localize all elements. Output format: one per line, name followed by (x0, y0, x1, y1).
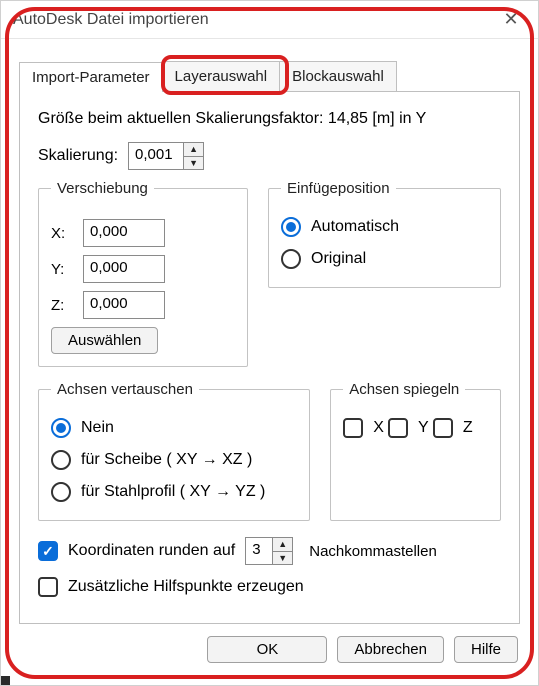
window-title: AutoDesk Datei importieren (13, 11, 209, 29)
scale-row: Skalierung: 0,001 ▲ ▼ (38, 142, 501, 170)
shift-legend: Verschiebung (51, 180, 154, 197)
radio-icon (51, 450, 71, 470)
swap-none-label: Nein (81, 419, 114, 437)
checkbox-icon (388, 418, 408, 438)
checkbox-icon (38, 577, 58, 597)
swap-none-radio[interactable]: Nein (51, 418, 114, 438)
ok-button[interactable]: OK (207, 636, 327, 663)
shift-choose-button[interactable]: Auswählen (51, 327, 158, 354)
scale-spinner[interactable]: 0,001 ▲ ▼ (128, 142, 204, 170)
checkbox-icon (433, 418, 453, 438)
round-decimals-value[interactable]: 3 (246, 538, 272, 564)
mirror-y-checkbox[interactable]: Y (388, 418, 429, 438)
radio-icon (281, 249, 301, 269)
scale-label: Skalierung: (38, 147, 118, 165)
dialog-button-row: OK Abbrechen Hilfe (21, 636, 518, 663)
radio-icon (281, 217, 301, 237)
mirror-z-checkbox[interactable]: Z (433, 418, 473, 438)
extra-points-row: Zusätzliche Hilfspunkte erzeugen (38, 571, 501, 603)
insert-position-group: Einfügeposition Automatisch Original (268, 180, 501, 288)
swap-legend: Achsen vertauschen (51, 381, 199, 398)
close-icon[interactable]: ✕ (496, 9, 526, 30)
round-spin-buttons[interactable]: ▲ ▼ (272, 538, 292, 564)
content: Import-Parameter Layerauswahl Blockauswa… (1, 39, 538, 685)
dialog-window: AutoDesk Datei importieren ✕ Import-Para… (0, 0, 539, 686)
mirror-z-label: Z (463, 419, 473, 437)
mirror-x-label: X (373, 419, 384, 437)
chevron-up-icon[interactable]: ▲ (184, 143, 203, 157)
extra-points-checkbox[interactable]: Zusätzliche Hilfspunkte erzeugen (38, 577, 304, 597)
shift-y-field[interactable]: 0,000 (83, 255, 165, 283)
swap-xy-xz-label: für Scheibe ( XY → XZ ) (81, 451, 252, 469)
round-coords-checkbox[interactable]: Koordinaten runden auf (38, 541, 235, 561)
shift-group: Verschiebung X: 0,000 Y: 0,000 Z: 0,000 … (38, 180, 248, 367)
shift-z-label: Z: (51, 297, 73, 314)
round-coords-label: Koordinaten runden auf (68, 542, 235, 560)
scale-value[interactable]: 0,001 (129, 143, 183, 169)
shift-y-label: Y: (51, 261, 73, 278)
size-info-text: Größe beim aktuellen Skalierungsfaktor: … (38, 110, 501, 128)
round-tail-label: Nachkommastellen (309, 543, 437, 560)
shift-x-label: X: (51, 225, 73, 242)
swap-xy-xz-radio[interactable]: für Scheibe ( XY → XZ ) (51, 450, 252, 470)
round-coords-row: Koordinaten runden auf 3 ▲ ▼ Nachkommast… (38, 535, 501, 567)
checkbox-icon (343, 418, 363, 438)
tabstrip: Import-Parameter Layerauswahl Blockauswa… (19, 61, 520, 92)
radio-icon (51, 482, 71, 502)
chevron-up-icon[interactable]: ▲ (273, 538, 292, 552)
mirror-y-label: Y (418, 419, 429, 437)
tab-panel-import: Größe beim aktuellen Skalierungsfaktor: … (19, 92, 520, 624)
mirror-legend: Achsen spiegeln (343, 381, 465, 398)
scale-spin-buttons[interactable]: ▲ ▼ (183, 143, 203, 169)
corner-marker (1, 676, 10, 685)
swap-xy-yz-label: für Stahlprofil ( XY → YZ ) (81, 483, 265, 501)
shift-z-field[interactable]: 0,000 (83, 291, 165, 319)
tab-import-parameter[interactable]: Import-Parameter (19, 62, 163, 92)
axis-mirror-group: Achsen spiegeln X Y Z (330, 381, 501, 521)
round-decimals-spinner[interactable]: 3 ▲ ▼ (245, 537, 293, 565)
checkbox-icon (38, 541, 58, 561)
insert-legend: Einfügeposition (281, 180, 396, 197)
swap-xy-yz-radio[interactable]: für Stahlprofil ( XY → YZ ) (51, 482, 265, 502)
insert-original-radio[interactable]: Original (281, 249, 366, 269)
extra-points-label: Zusätzliche Hilfspunkte erzeugen (68, 578, 304, 596)
insert-auto-radio[interactable]: Automatisch (281, 217, 399, 237)
insert-auto-label: Automatisch (311, 218, 399, 236)
titlebar: AutoDesk Datei importieren ✕ (1, 1, 538, 39)
cancel-button[interactable]: Abbrechen (337, 636, 444, 663)
shift-x-field[interactable]: 0,000 (83, 219, 165, 247)
help-button[interactable]: Hilfe (454, 636, 518, 663)
insert-original-label: Original (311, 250, 366, 268)
tab-blockauswahl[interactable]: Blockauswahl (279, 61, 397, 91)
radio-icon (51, 418, 71, 438)
chevron-down-icon[interactable]: ▼ (273, 552, 292, 565)
mirror-x-checkbox[interactable]: X (343, 418, 384, 438)
chevron-down-icon[interactable]: ▼ (184, 157, 203, 170)
tab-layerauswahl[interactable]: Layerauswahl (162, 61, 281, 91)
axis-swap-group: Achsen vertauschen Nein für Scheibe ( XY… (38, 381, 310, 521)
